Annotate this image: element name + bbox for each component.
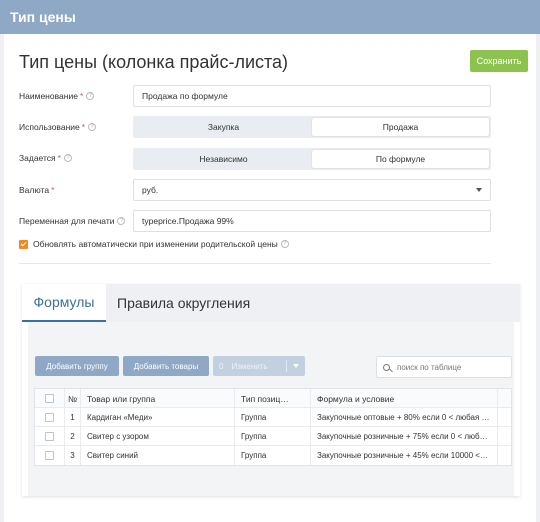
print-var-label-text: Переменная для печати xyxy=(19,216,115,226)
formulas-pane: Добавить группу Добавить товары 0 Измени… xyxy=(28,322,514,496)
usage-label-text: Использование xyxy=(19,122,80,132)
tabs-bar: Формулы Правила округления xyxy=(22,284,520,322)
help-icon[interactable]: ? xyxy=(63,154,72,162)
row-number: 1 xyxy=(65,408,81,427)
usage-option-purchase[interactable]: Закупка xyxy=(135,118,312,136)
required-mark: * xyxy=(79,91,84,101)
row-formula: Закупочные розничные + 75% если 0 < люб… xyxy=(311,427,498,446)
row-select-cell xyxy=(35,427,65,446)
name-input[interactable]: Продажа по формуле xyxy=(133,85,491,107)
row-number: 2 xyxy=(65,427,81,446)
select-all-checkbox[interactable] xyxy=(45,394,54,403)
help-icon[interactable]: ? xyxy=(88,123,97,131)
select-all-cell xyxy=(35,389,65,408)
defined-option-independent[interactable]: Независимо xyxy=(135,150,312,168)
topbar-title: Тип цены xyxy=(10,9,76,25)
page-title: Тип цены (колонка прайс-листа) xyxy=(19,52,289,72)
row-type: Группа xyxy=(235,446,311,465)
print-var-input[interactable]: typeprice.Продажа 99% xyxy=(133,210,491,232)
col-formula[interactable]: Формула и условие xyxy=(311,389,498,408)
row-item: Свитер синий xyxy=(81,446,235,465)
tab-content: Добавить группу Добавить товары 0 Измени… xyxy=(22,322,520,496)
auto-update-label: Обновлять автоматически при изменении ро… xyxy=(33,239,278,249)
col-number[interactable]: № xyxy=(65,389,81,408)
usage-toggle: Закупка Продажа xyxy=(133,116,491,138)
edit-count: 0 xyxy=(219,361,224,371)
table-header: № Товар или группа Тип позиц… Формула и … xyxy=(35,389,511,408)
price-type-form: Тип цены (колонка прайс-листа) Сохранить… xyxy=(4,34,536,522)
auto-update-checkbox[interactable] xyxy=(19,239,28,249)
auto-update-row[interactable]: Обновлять автоматически при изменении ро… xyxy=(19,239,289,249)
row-select-cell xyxy=(35,408,65,427)
row-number: 3 xyxy=(65,446,81,465)
col-item[interactable]: Товар или группа xyxy=(81,389,235,408)
currency-label: Валюта * xyxy=(19,180,54,200)
tab-formulas[interactable]: Формулы xyxy=(22,284,106,322)
add-goods-button[interactable]: Добавить товары xyxy=(123,356,209,376)
tabs-panel: Формулы Правила округления Добавить груп… xyxy=(22,284,520,496)
row-select-cell xyxy=(35,446,65,465)
row-item: Свитер с узором xyxy=(81,427,235,446)
required-mark: * xyxy=(51,185,55,195)
formulas-table: № Товар или группа Тип позиц… Формула и … xyxy=(34,388,512,466)
chevron-down-icon xyxy=(476,188,482,192)
table-row[interactable]: 3 Свитер синий Группа Закупочные розничн… xyxy=(35,446,511,465)
row-item: Кардиган «Меди» xyxy=(81,408,235,427)
row-type: Группа xyxy=(235,408,311,427)
help-icon[interactable]: ? xyxy=(280,240,289,248)
defined-label-text: Задается xyxy=(19,153,56,163)
row-checkbox[interactable] xyxy=(45,432,54,441)
defined-toggle: Независимо По формуле xyxy=(133,148,491,170)
search-input[interactable]: поиск по таблице xyxy=(376,356,512,378)
search-icon xyxy=(383,363,390,371)
edit-label: Изменить xyxy=(231,361,268,371)
row-checkbox[interactable] xyxy=(45,451,54,460)
currency-select[interactable]: руб. xyxy=(133,179,491,201)
help-icon[interactable]: ? xyxy=(117,217,126,225)
usage-option-sale[interactable]: Продажа xyxy=(312,118,489,136)
help-icon[interactable]: ? xyxy=(86,92,95,100)
print-var-label: Переменная для печати ? xyxy=(19,211,126,231)
required-mark: * xyxy=(81,122,86,132)
row-formula: Закупочные оптовые + 80% если 0 < любая … xyxy=(311,408,498,427)
currency-value: руб. xyxy=(142,185,159,195)
edit-dropdown-button[interactable]: 0 Изменить xyxy=(213,356,305,376)
usage-label: Использование * ? xyxy=(19,117,97,137)
table-row[interactable]: 1 Кардиган «Меди» Группа Закупочные опто… xyxy=(35,408,511,427)
tab-rounding-rules[interactable]: Правила округления xyxy=(117,284,250,322)
name-label-text: Наименование xyxy=(19,91,78,101)
search-placeholder: поиск по таблице xyxy=(397,362,462,372)
name-label: Наименование * ? xyxy=(19,86,95,106)
divider xyxy=(19,263,491,264)
required-mark: * xyxy=(57,153,61,163)
save-button[interactable]: Сохранить xyxy=(470,50,528,72)
defined-option-formula[interactable]: По формуле xyxy=(312,150,489,168)
defined-label: Задается * ? xyxy=(19,148,72,168)
row-type: Группа xyxy=(235,427,311,446)
currency-label-text: Валюта xyxy=(19,185,50,195)
header-scroll-spacer xyxy=(498,389,513,408)
table-row[interactable]: 2 Свитер с узором Группа Закупочные розн… xyxy=(35,427,511,446)
row-checkbox[interactable] xyxy=(45,413,54,422)
add-group-button[interactable]: Добавить группу xyxy=(35,356,119,376)
row-formula: Закупочные розничные + 45% если 10000 <… xyxy=(311,446,498,465)
dropdown-separator xyxy=(286,360,287,372)
col-type[interactable]: Тип позиц… xyxy=(235,389,311,408)
top-bar: Тип цены xyxy=(0,0,540,34)
caret-down-icon xyxy=(293,364,299,368)
